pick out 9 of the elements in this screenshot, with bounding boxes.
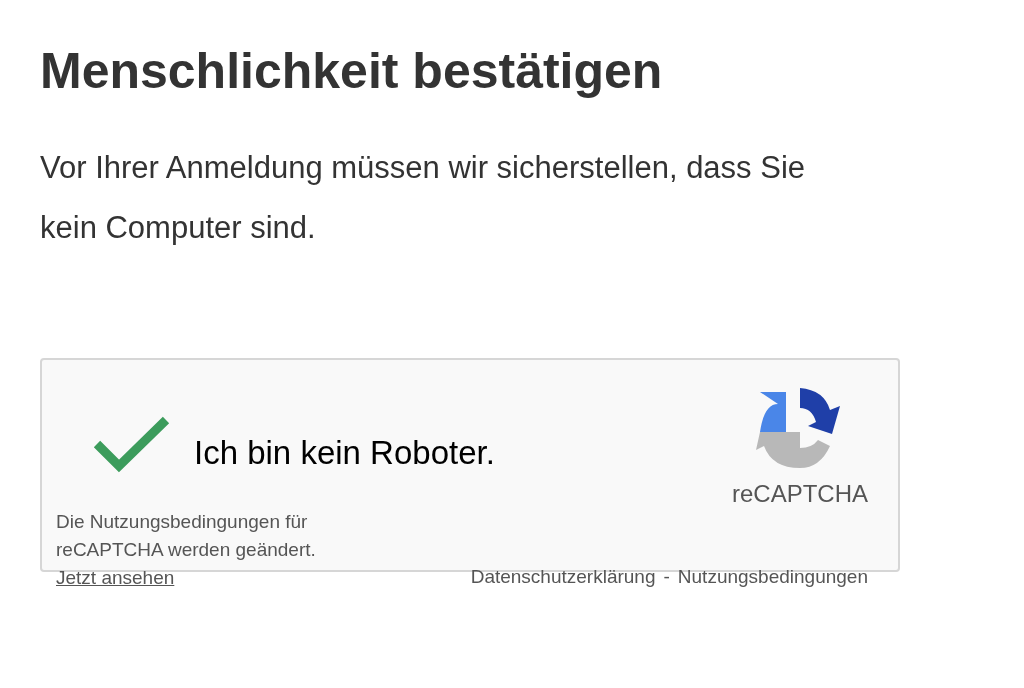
page-title: Menschlichkeit bestätigen	[40, 42, 664, 101]
terms-notice: Die Nutzungsbedingungen für reCAPTCHA werden geändert. Jetzt ansehen	[56, 510, 317, 590]
link-separator: -	[663, 566, 670, 588]
checkbox-label: Ich bin kein Roboter.	[194, 434, 495, 472]
view-now-link[interactable]: Jetzt ansehen	[56, 567, 175, 588]
brand-name: reCAPTCHA	[731, 480, 868, 508]
privacy-link[interactable]: Datenschutzerklärung	[470, 566, 656, 588]
intro-text: Vor Ihrer Anmeldung müssen wir sicherstellen, dass Sie kein Computer sind.	[40, 149, 807, 247]
terms-link[interactable]: Nutzungsbedingungen	[677, 566, 868, 588]
